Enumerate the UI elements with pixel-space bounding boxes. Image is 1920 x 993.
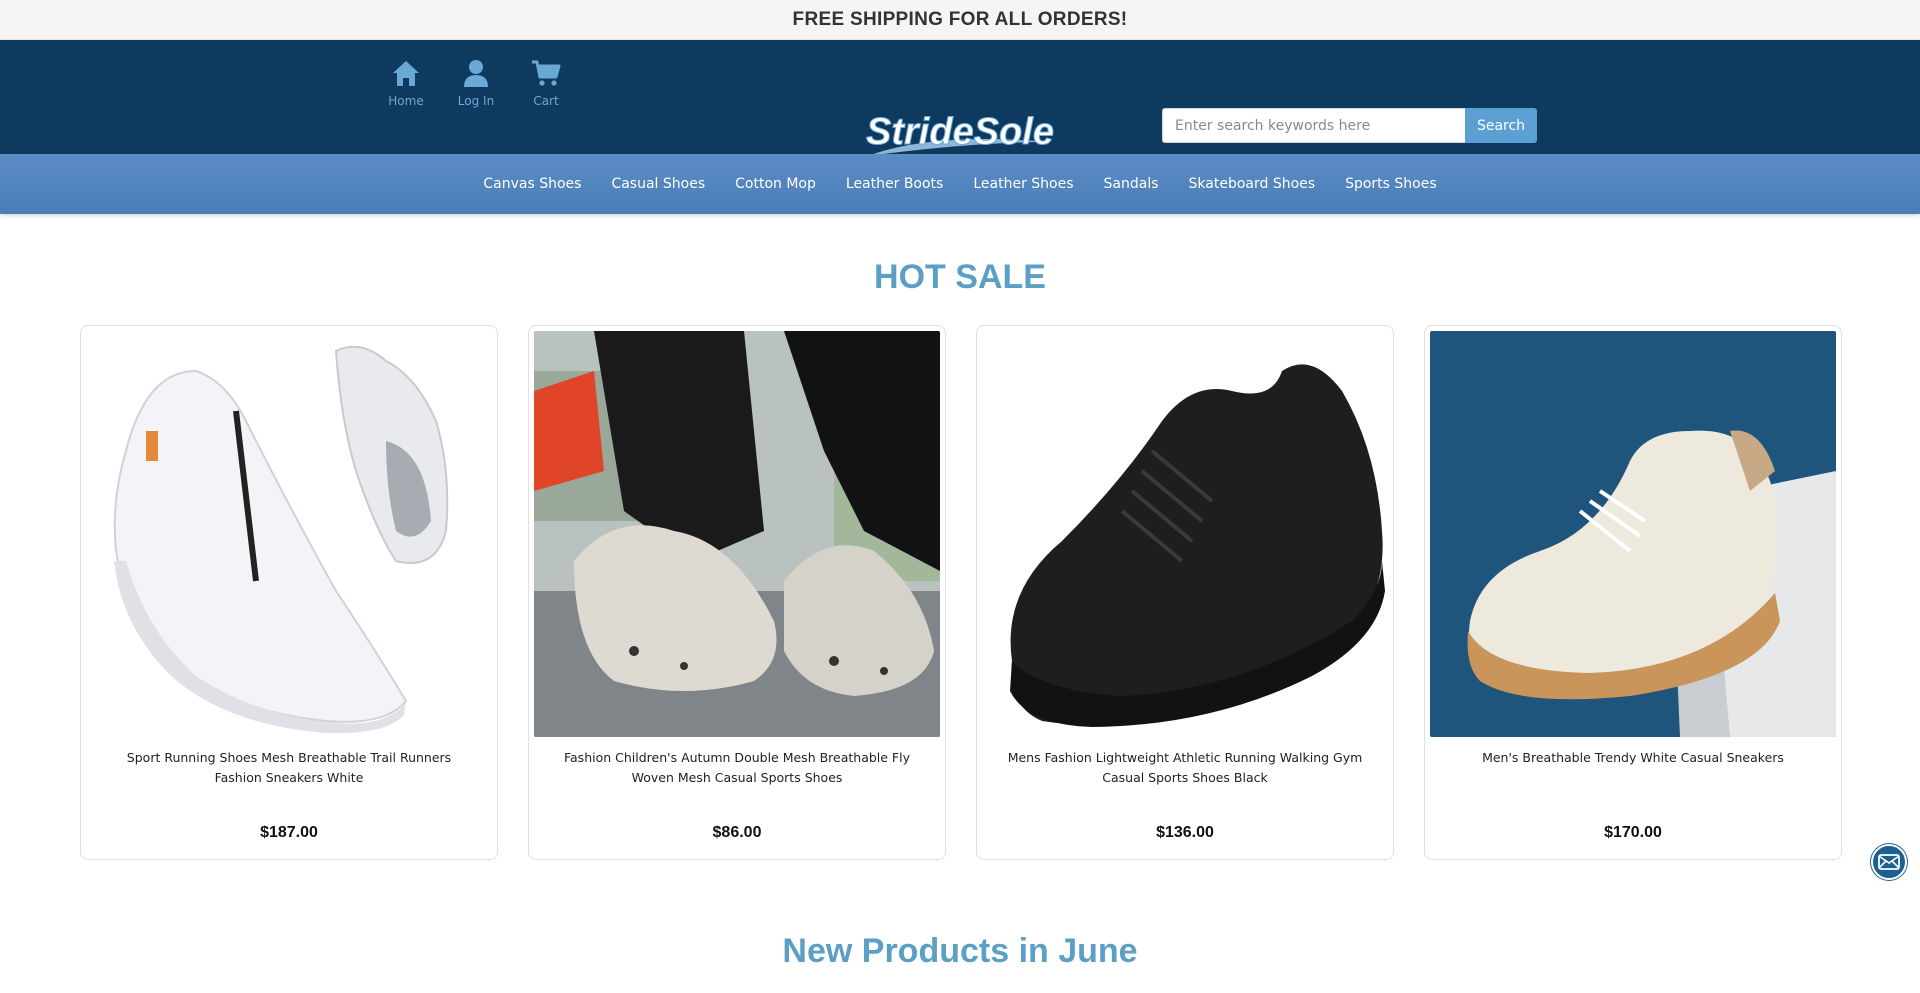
product-image[interactable] [534,331,940,737]
product-card[interactable]: Sport Running Shoes Mesh Breathable Trai… [80,325,498,860]
product-name[interactable]: Mens Fashion Lightweight Athletic Runnin… [1001,748,1369,788]
home-label: Home [388,94,424,108]
hot-sale-title: HOT SALE [874,258,1046,296]
home-link[interactable]: Home [384,58,428,108]
product-card[interactable]: Fashion Children's Autumn Double Mesh Br… [528,325,946,860]
black-sneaker-image [982,331,1388,737]
cart-link[interactable]: Cart [524,58,568,108]
search-button[interactable]: Search [1465,108,1537,143]
hot-sale-products: Sport Running Shoes Mesh Breathable Trai… [80,325,1842,860]
site-header: Home Log In Cart StrideSole Search [0,40,1920,156]
cart-icon [532,60,561,86]
product-price: $136.00 [1156,824,1214,841]
category-casual-shoes[interactable]: Casual Shoes [611,176,705,192]
announcement-bar: FREE SHIPPING FOR ALL ORDERS! [0,0,1920,40]
category-leather-shoes[interactable]: Leather Shoes [973,176,1073,192]
new-products-title: New Products in June [782,932,1138,970]
white-sneaker-image [86,331,492,737]
category-sandals[interactable]: Sandals [1104,176,1159,192]
login-link[interactable]: Log In [454,58,498,108]
product-price: $170.00 [1604,824,1662,841]
contact-mail-button[interactable] [1871,844,1907,880]
product-card[interactable]: Mens Fashion Lightweight Athletic Runnin… [976,325,1394,860]
search-input[interactable] [1162,108,1465,143]
category-canvas-shoes[interactable]: Canvas Shoes [483,176,581,192]
login-label: Log In [457,94,495,108]
logo-text: StrideSole [866,111,1054,153]
white-casual-sneaker-image [1430,331,1836,737]
user-icon [464,60,488,87]
category-nav: Canvas Shoes Casual Shoes Cotton Mop Lea… [0,154,1920,214]
product-name[interactable]: Fashion Children's Autumn Double Mesh Br… [553,748,921,788]
product-price: $86.00 [712,824,762,841]
category-leather-boots[interactable]: Leather Boots [846,176,943,192]
kids-sneaker-image [534,331,940,737]
mail-icon [1878,854,1900,870]
home-icon [393,61,419,86]
product-name[interactable]: Men's Breathable Trendy White Casual Sne… [1449,748,1817,768]
category-sports-shoes[interactable]: Sports Shoes [1345,176,1437,192]
product-price: $187.00 [260,824,318,841]
product-image[interactable] [982,331,1388,737]
cart-label: Cart [533,94,559,108]
announcement-text: FREE SHIPPING FOR ALL ORDERS! [792,8,1128,30]
search-bar: Search [1162,108,1537,143]
category-skateboard-shoes[interactable]: Skateboard Shoes [1189,176,1316,192]
product-image[interactable] [86,331,492,737]
product-image[interactable] [1430,331,1836,737]
header-nav: Home Log In Cart [384,58,568,108]
product-name[interactable]: Sport Running Shoes Mesh Breathable Trai… [105,748,473,788]
category-cotton-mop[interactable]: Cotton Mop [735,176,816,192]
product-card[interactable]: Men's Breathable Trendy White Casual Sne… [1424,325,1842,860]
